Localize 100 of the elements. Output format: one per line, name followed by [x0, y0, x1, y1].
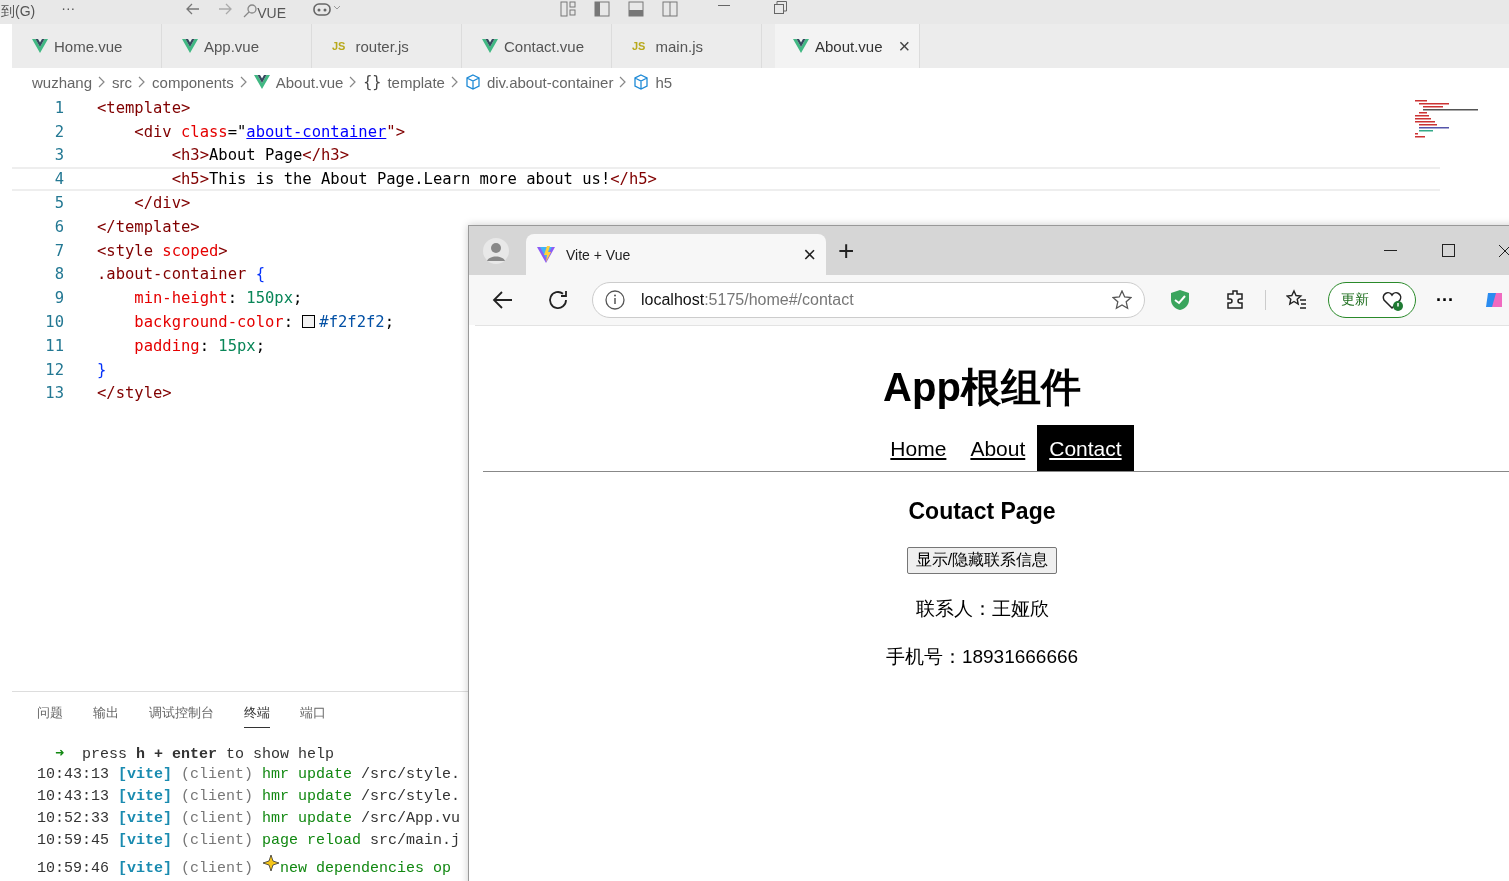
vue-logo-icon — [182, 38, 198, 54]
close-icon[interactable]: × — [803, 241, 816, 268]
chevron-icon — [98, 76, 107, 88]
breadcrumb-item[interactable]: wuzhang — [32, 73, 93, 91]
minimap-drawing — [1415, 100, 1479, 138]
chevron-icon — [619, 76, 628, 88]
line-number: 4 — [53, 170, 65, 189]
terminal-line: 10:52:33 [vite] (client) hmr update /src/App.vu — [37, 810, 462, 829]
cube-icon — [464, 74, 481, 90]
editor-tab[interactable]: Contact.vue — [462, 24, 612, 68]
profile-avatar-icon — [482, 236, 510, 265]
contact-text: 联系人：王娅欣 — [915, 597, 1049, 621]
vue-logo-icon — [482, 38, 498, 54]
line-number: 13 — [44, 384, 65, 403]
breadcrumb-item[interactable]: div.about-container — [486, 73, 614, 91]
terminal-line: 10:59:45 [vite] (client) page reload src/main.j — [37, 832, 462, 851]
sidebar-icon — [594, 1, 610, 17]
panel-tab[interactable]: 终端 — [244, 704, 270, 728]
line-number: 10 — [44, 313, 65, 332]
reload-icon — [548, 289, 570, 311]
code-line: </template> — [97, 217, 200, 236]
line-number: 6 — [53, 217, 65, 236]
line-number: 7 — [53, 241, 65, 260]
editor-tab[interactable]: JS router.js — [312, 24, 462, 68]
code-line: <style scoped> — [97, 241, 228, 260]
more-button[interactable]: ··· — [61, 0, 76, 16]
panel-tab[interactable]: 端口 — [300, 704, 326, 728]
code-line: } — [97, 360, 107, 379]
nav-link[interactable]: About — [958, 425, 1038, 471]
more-button[interactable]: ··· — [1436, 289, 1454, 311]
breadcrumb-item[interactable]: template — [387, 73, 445, 91]
line-number: 12 — [44, 360, 65, 379]
code-line: .about-container { — [97, 265, 265, 284]
search-field[interactable]: VUE — [243, 3, 286, 21]
breadcrumb-item[interactable]: components — [152, 73, 234, 91]
code-line: <div class="about-container"> — [133, 122, 405, 141]
forward-arrow-icon — [217, 2, 234, 16]
code-line: <template> — [97, 98, 191, 117]
code-line: </div> — [133, 194, 191, 213]
restore-icon — [774, 0, 787, 14]
section-heading: Coutact Page — [908, 498, 1056, 525]
editor-tab[interactable]: App.vue — [162, 24, 312, 68]
info-icon — [605, 290, 625, 310]
editor-tab[interactable]: JS main.js — [612, 24, 762, 68]
line-number: 9 — [53, 289, 65, 308]
panel-icon — [628, 1, 644, 17]
cube-icon — [633, 74, 650, 90]
close-icon — [1498, 243, 1509, 258]
breadcrumb-item[interactable]: src — [112, 73, 133, 91]
tab-title: Vite + Vue — [566, 246, 631, 263]
panel-tab[interactable]: 调试控制台 — [149, 704, 214, 728]
terminal-line: 10:43:13 [vite] (client) hmr update /src/style. — [37, 788, 462, 807]
address-bar[interactable]: localhost:5175/home#/contact — [592, 282, 1145, 318]
terminal-line: ➜ press h + enter to show help — [54, 745, 336, 765]
terminal-line: 10:43:13 [vite] (client) hmr update /src/style. — [37, 766, 462, 785]
phone-text: 手机号：18931666666 — [885, 645, 1079, 669]
code-line: padding: 15px; — [133, 336, 265, 355]
editor-tab[interactable]: Home.vue — [12, 24, 162, 68]
search-icon — [243, 3, 258, 18]
back-arrow-icon — [185, 2, 202, 16]
chevron-icon — [349, 76, 358, 88]
url-text: localhost:5175/home#/contact — [641, 291, 854, 309]
vue-logo-icon — [32, 38, 48, 54]
braces-icon: {} — [363, 73, 382, 91]
toggle-button[interactable]: 显示/隐藏联系信息 — [906, 547, 1058, 574]
favorites-icon — [1286, 289, 1308, 311]
split-icon — [662, 1, 678, 17]
code-line: min-height: 150px; — [133, 289, 303, 308]
vue-logo-icon — [253, 74, 270, 90]
breadcrumb-item[interactable]: About.vue — [275, 73, 344, 91]
puzzle-icon — [1225, 289, 1245, 311]
browser-tab[interactable]: Vite + Vue × — [526, 234, 826, 275]
page-heading: App根组件 — [883, 364, 1081, 411]
nav-link[interactable]: Home — [878, 425, 959, 471]
vite-logo-icon — [536, 244, 556, 265]
line-number: 11 — [44, 336, 65, 355]
panel-tab[interactable]: 问题 — [37, 704, 63, 728]
nav-link[interactable]: Contact — [1037, 425, 1134, 471]
panel-tab[interactable]: 输出 — [93, 704, 119, 728]
vue-logo-icon — [793, 38, 809, 54]
line-number: 2 — [53, 122, 65, 141]
line-number: 1 — [53, 98, 65, 117]
close-icon[interactable]: × — [898, 34, 911, 58]
layout-icon — [560, 1, 576, 17]
code-line: <h5>This is the About Page.Learn more about us!</h5> — [170, 170, 657, 189]
sparkle-icon — [262, 854, 281, 872]
editor-tab[interactable]: About.vue × — [775, 24, 920, 68]
js-file-icon: JS — [332, 40, 346, 52]
menu-item[interactable]: 到(G) — [1, 3, 36, 21]
maximize-icon — [1442, 244, 1456, 257]
new-tab-button[interactable]: + — [838, 234, 855, 267]
shield-icon — [1169, 289, 1191, 311]
minimize-icon — [718, 4, 730, 6]
update-button[interactable]: 更新 — [1328, 282, 1416, 318]
chevron-icon — [450, 76, 459, 88]
breadcrumb-item[interactable]: h5 — [655, 73, 673, 91]
minimize-icon — [1384, 250, 1398, 251]
back-arrow-icon — [492, 289, 514, 311]
code-line: </style> — [97, 384, 172, 403]
chevron-icon — [239, 76, 248, 88]
